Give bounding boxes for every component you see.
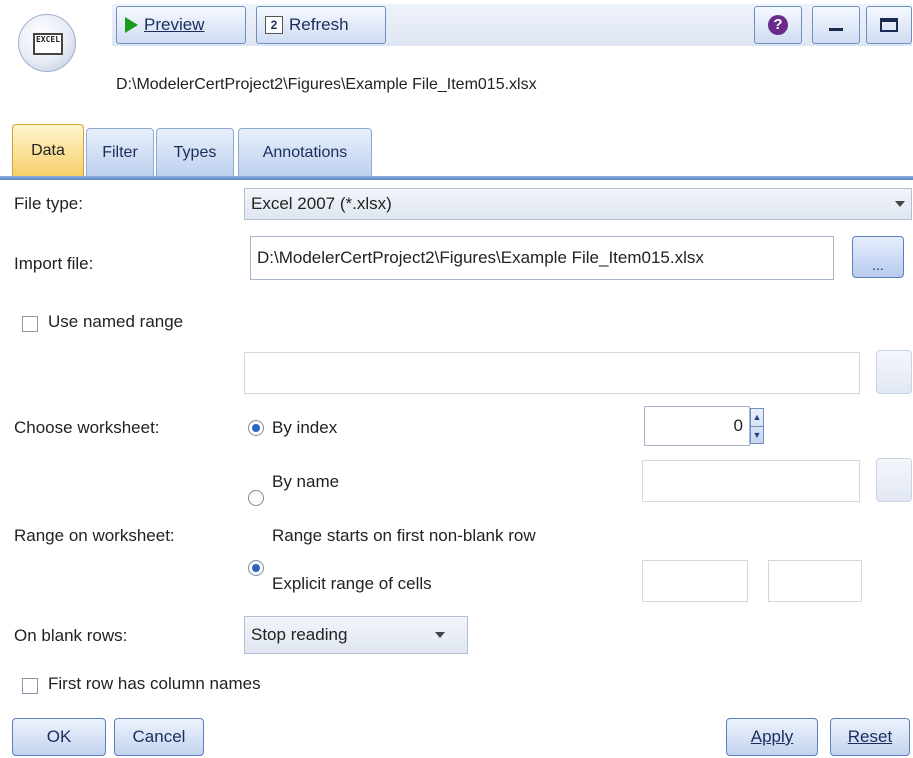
tab-annotations[interactable]: Annotations [238,128,372,176]
spin-up-icon[interactable]: ▲ [751,409,763,426]
refresh-label: Refresh [289,15,349,34]
named-range-input[interactable] [244,352,860,394]
excel-node-icon: EXCEL [18,14,76,72]
use-named-range-label: Use named range [48,312,184,331]
preview-label: Preview [144,15,205,34]
choose-worksheet-label: Choose worksheet: [14,418,160,437]
tab-types[interactable]: Types [156,128,234,176]
preview-button[interactable]: Preview [116,6,246,44]
cancel-button[interactable]: Cancel [114,718,204,756]
explicit-range-label: Explicit range of cells [272,574,432,593]
reset-label: Reset [847,727,893,746]
named-range-browse-button[interactable] [876,350,912,394]
range-to-input[interactable] [768,560,862,602]
index-spinner[interactable]: ▲ ▼ [750,408,764,444]
tab-label: Filter [102,143,138,161]
tab-label: Annotations [262,143,348,161]
ok-button[interactable]: OK [12,718,106,756]
import-file-input[interactable]: D:\ModelerCertProject2\Figures\Example F… [250,236,834,280]
worksheet-name-browse-button[interactable] [876,458,912,502]
refresh-icon: 2 [265,16,283,34]
range-first-nonblank-radio[interactable] [248,560,264,576]
browse-label: ... [872,257,884,273]
spin-down-icon[interactable]: ▼ [751,426,763,444]
refresh-button[interactable]: 2 Refresh [256,6,386,44]
minimize-icon [829,27,843,31]
file-path-label: D:\ModelerCertProject2\Figures\Example F… [116,76,537,93]
on-blank-rows-label: On blank rows: [14,626,128,645]
browse-file-button[interactable]: ... [852,236,904,278]
worksheet-name-input[interactable] [642,460,860,502]
help-button[interactable]: ? [754,6,802,44]
tab-label: Data [31,141,65,159]
by-index-radio[interactable] [248,420,264,436]
tab-divider [0,176,913,180]
blank-rows-select[interactable]: Stop reading [244,616,468,654]
by-name-radio[interactable] [248,490,264,506]
reset-button[interactable]: Reset [830,718,910,756]
maximize-icon [880,18,898,32]
import-file-value: D:\ModelerCertProject2\Figures\Example F… [257,248,704,267]
first-row-names-checkbox[interactable] [22,678,38,694]
cancel-label: Cancel [132,727,186,746]
excel-grid-icon: EXCEL [33,33,63,55]
maximize-button[interactable] [866,6,912,44]
range-from-input[interactable] [642,560,748,602]
by-index-label: By index [272,418,338,437]
file-type-value: Excel 2007 (*.xlsx) [251,194,392,213]
use-named-range-checkbox[interactable] [22,316,38,332]
minimize-button[interactable] [812,6,860,44]
tab-data[interactable]: Data [12,124,84,176]
ok-label: OK [46,727,72,746]
range-first-nonblank-label: Range starts on first non-blank row [272,526,536,545]
blank-rows-value: Stop reading [251,625,348,644]
by-name-label: By name [272,472,340,491]
file-type-select[interactable]: Excel 2007 (*.xlsx) [244,188,912,220]
worksheet-index-input[interactable]: 0 [644,406,750,446]
chevron-down-icon [435,632,445,638]
file-type-label: File type: [14,194,83,213]
range-on-worksheet-label: Range on worksheet: [14,526,175,545]
chevron-down-icon [895,201,905,207]
worksheet-index-value: 0 [733,416,743,435]
tab-label: Types [173,143,217,161]
first-row-names-label: First row has column names [48,674,261,693]
tab-filter[interactable]: Filter [86,128,154,176]
import-file-label: Import file: [14,254,94,273]
play-icon [125,17,138,33]
help-icon: ? [768,15,788,35]
apply-button[interactable]: Apply [726,718,818,756]
apply-label: Apply [750,727,794,746]
